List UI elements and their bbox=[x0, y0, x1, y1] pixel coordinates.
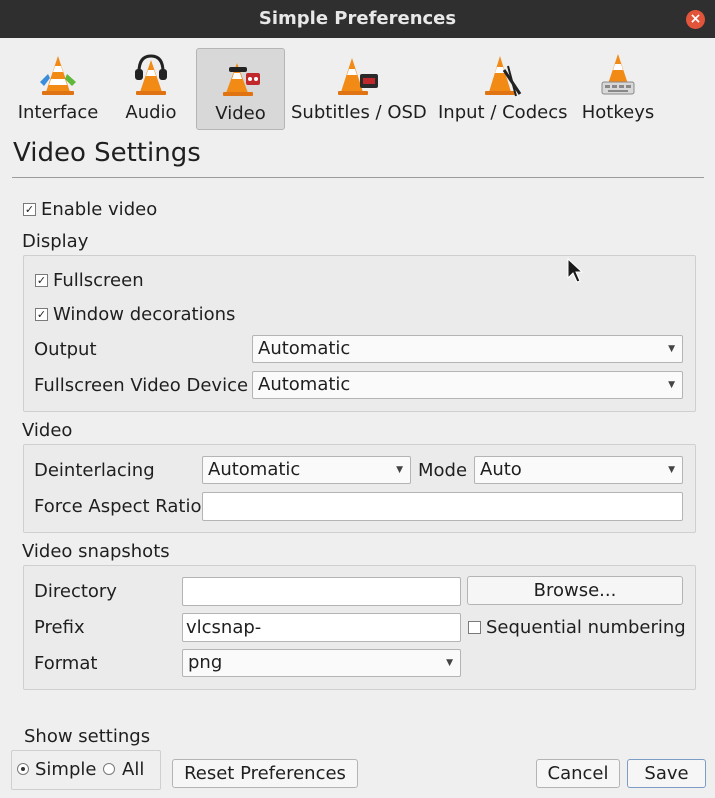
display-section-title: Display bbox=[22, 231, 89, 252]
tab-interface[interactable]: Interface bbox=[12, 48, 104, 128]
video-section-title: Video bbox=[22, 420, 73, 441]
close-button[interactable]: × bbox=[686, 10, 705, 29]
prefix-input[interactable]: vlcsnap- bbox=[182, 613, 461, 642]
video-cone-icon bbox=[222, 63, 260, 96]
reset-preferences-button[interactable]: Reset Preferences bbox=[172, 759, 358, 788]
fullscreen-checkbox[interactable]: ✓ bbox=[35, 274, 48, 287]
browse-button[interactable]: Browse... bbox=[467, 576, 683, 605]
tab-hotkeys[interactable]: Hotkeys bbox=[578, 48, 658, 128]
cancel-button[interactable]: Cancel bbox=[536, 759, 620, 788]
window-decorations-label: Window decorations bbox=[53, 304, 236, 325]
close-icon: × bbox=[689, 11, 702, 27]
chevron-down-icon: ▼ bbox=[668, 380, 675, 390]
format-value: png bbox=[188, 652, 223, 673]
window-decorations-checkbox[interactable]: ✓ bbox=[35, 308, 48, 321]
format-label: Format bbox=[34, 653, 98, 674]
interface-cone-icon bbox=[40, 56, 76, 95]
sequential-numbering-label: Sequential numbering bbox=[486, 617, 686, 638]
fullscreen-label: Fullscreen bbox=[53, 270, 144, 291]
codecs-cone-icon bbox=[485, 56, 522, 97]
all-radio[interactable] bbox=[103, 763, 115, 775]
mode-value: Auto bbox=[480, 459, 522, 480]
show-settings-title: Show settings bbox=[24, 726, 151, 747]
mouse-cursor-icon bbox=[567, 258, 583, 283]
chevron-down-icon: ▼ bbox=[668, 465, 675, 475]
tab-input-codecs[interactable]: Input / Codecs bbox=[438, 48, 568, 128]
chevron-down-icon: ▼ bbox=[446, 658, 453, 668]
deinterlacing-value: Automatic bbox=[208, 459, 301, 480]
simple-radio[interactable] bbox=[17, 763, 29, 775]
tab-audio[interactable]: Audio bbox=[115, 48, 187, 128]
chevron-down-icon: ▼ bbox=[668, 344, 675, 354]
mode-label: Mode bbox=[418, 460, 468, 481]
page-title: Video Settings bbox=[13, 138, 201, 168]
sequential-numbering-checkbox[interactable] bbox=[468, 621, 481, 634]
prefix-label: Prefix bbox=[34, 617, 85, 638]
divider bbox=[12, 177, 704, 178]
fullscreen-device-value: Automatic bbox=[258, 374, 351, 395]
tab-label: Video bbox=[215, 103, 266, 124]
enable-video-checkbox[interactable]: ✓ bbox=[23, 203, 36, 216]
mode-select[interactable]: Auto ▼ bbox=[474, 456, 683, 484]
window-title: Simple Preferences bbox=[258, 8, 457, 29]
chevron-down-icon: ▼ bbox=[396, 465, 403, 475]
directory-label: Directory bbox=[34, 581, 117, 602]
output-label: Output bbox=[34, 339, 97, 360]
tab-subtitles-osd[interactable]: Subtitles / OSD bbox=[291, 48, 427, 128]
format-select[interactable]: png ▼ bbox=[182, 649, 461, 677]
tab-label: Input / Codecs bbox=[438, 102, 568, 123]
hotkeys-cone-icon bbox=[601, 54, 635, 95]
deinterlacing-label: Deinterlacing bbox=[34, 460, 155, 481]
directory-input[interactable] bbox=[182, 577, 461, 606]
deinterlacing-select[interactable]: Automatic ▼ bbox=[202, 456, 411, 484]
snapshots-section-title: Video snapshots bbox=[22, 541, 170, 562]
tab-label: Audio bbox=[125, 102, 177, 123]
simple-label: Simple bbox=[35, 759, 97, 780]
output-value: Automatic bbox=[258, 338, 351, 359]
save-button[interactable]: Save bbox=[627, 759, 706, 788]
tab-video[interactable]: Video bbox=[196, 48, 285, 130]
fullscreen-device-select[interactable]: Automatic ▼ bbox=[252, 371, 683, 399]
audio-cone-icon bbox=[135, 54, 167, 95]
enable-video-label: Enable video bbox=[41, 199, 158, 220]
all-label: All bbox=[122, 759, 145, 780]
tab-label: Subtitles / OSD bbox=[291, 102, 427, 123]
subtitles-cone-icon bbox=[338, 58, 378, 95]
tab-label: Hotkeys bbox=[581, 102, 655, 123]
fullscreen-device-label: Fullscreen Video Device bbox=[34, 375, 249, 396]
tab-label: Interface bbox=[17, 102, 99, 123]
force-aspect-input[interactable] bbox=[202, 492, 683, 521]
force-aspect-label: Force Aspect Ratio bbox=[34, 496, 202, 517]
output-select[interactable]: Automatic ▼ bbox=[252, 335, 683, 363]
